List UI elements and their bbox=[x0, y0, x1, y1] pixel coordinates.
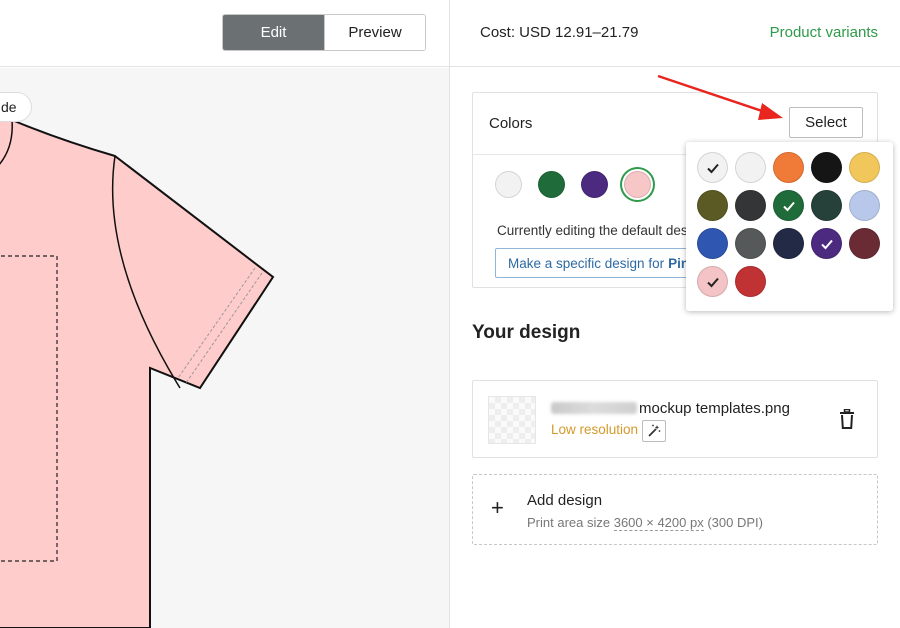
print-area-label: Print area size bbox=[527, 515, 611, 530]
your-design-heading: Your design bbox=[472, 322, 581, 343]
color-swatch[interactable] bbox=[538, 171, 565, 198]
editing-note: Currently editing the default des bbox=[497, 223, 688, 238]
print-area-size: Print area size 3600 × 4200 px (300 DPI) bbox=[527, 515, 763, 531]
palette-color-option[interactable] bbox=[735, 190, 766, 221]
side-chip[interactable]: de bbox=[0, 92, 32, 122]
palette-color-option[interactable] bbox=[773, 228, 804, 259]
blurred-filename-prefix bbox=[551, 402, 637, 414]
add-design-card[interactable]: + Add design Print area size 3600 × 4200… bbox=[472, 474, 878, 545]
design-file-name: mockup templates.png bbox=[639, 400, 790, 417]
select-colors-button[interactable]: Select bbox=[789, 107, 863, 138]
edit-mode-button[interactable]: Edit bbox=[223, 15, 324, 50]
add-design-title: Add design bbox=[527, 492, 603, 509]
print-area-dpi: (300 DPI) bbox=[707, 515, 763, 530]
app-root: Edit Preview de Cost: USD 12.91–21.79 Pr… bbox=[0, 0, 900, 628]
palette-color-option[interactable] bbox=[811, 190, 842, 221]
tshirt-mockup bbox=[0, 114, 275, 628]
specific-design-button[interactable]: Make a specific design for Pink bbox=[495, 248, 710, 278]
color-swatch[interactable] bbox=[495, 171, 522, 198]
design-canvas[interactable]: de bbox=[0, 68, 449, 628]
panel-divider bbox=[449, 0, 450, 628]
palette-color-option[interactable] bbox=[735, 266, 766, 297]
plus-icon: + bbox=[491, 495, 504, 520]
design-file-card: mockup templates.png Low resolution bbox=[472, 380, 878, 458]
trash-icon[interactable] bbox=[839, 408, 855, 429]
palette-color-option[interactable] bbox=[735, 228, 766, 259]
design-thumbnail bbox=[488, 396, 536, 444]
magic-wand-icon[interactable] bbox=[642, 420, 666, 442]
specific-design-label: Make a specific design for bbox=[508, 255, 665, 271]
tshirt-body bbox=[0, 114, 275, 628]
palette-color-option[interactable] bbox=[697, 190, 728, 221]
print-area-dimensions: 3600 × 4200 px bbox=[613, 515, 704, 531]
palette-color-option[interactable] bbox=[735, 152, 766, 183]
palette-color-option[interactable] bbox=[697, 152, 728, 183]
preview-mode-button[interactable]: Preview bbox=[324, 15, 425, 50]
check-icon bbox=[706, 277, 719, 287]
color-palette-grid bbox=[697, 152, 880, 297]
check-icon bbox=[782, 201, 795, 211]
color-swatch[interactable] bbox=[581, 171, 608, 198]
palette-color-option[interactable] bbox=[849, 190, 880, 221]
low-resolution-warning: Low resolution bbox=[551, 422, 639, 437]
product-variants-link[interactable]: Product variants bbox=[770, 24, 878, 41]
palette-color-option[interactable] bbox=[773, 152, 804, 183]
palette-color-option[interactable] bbox=[811, 228, 842, 259]
mode-toggle: Edit Preview bbox=[222, 14, 426, 51]
cost-label: Cost: USD 12.91–21.79 bbox=[480, 24, 639, 41]
selected-colors-row bbox=[495, 171, 651, 198]
editor-toolbar: Edit Preview bbox=[0, 0, 449, 67]
palette-color-option[interactable] bbox=[697, 228, 728, 259]
palette-color-option[interactable] bbox=[849, 228, 880, 259]
panel-header: Cost: USD 12.91–21.79 Product variants bbox=[450, 0, 900, 67]
color-picker-popup bbox=[686, 142, 893, 311]
palette-color-option[interactable] bbox=[849, 152, 880, 183]
colors-title: Colors bbox=[489, 115, 533, 132]
palette-color-option[interactable] bbox=[697, 266, 728, 297]
check-icon bbox=[820, 239, 833, 249]
check-icon bbox=[706, 163, 719, 173]
palette-color-option[interactable] bbox=[811, 152, 842, 183]
color-swatch[interactable] bbox=[624, 171, 651, 198]
palette-color-option[interactable] bbox=[773, 190, 804, 221]
